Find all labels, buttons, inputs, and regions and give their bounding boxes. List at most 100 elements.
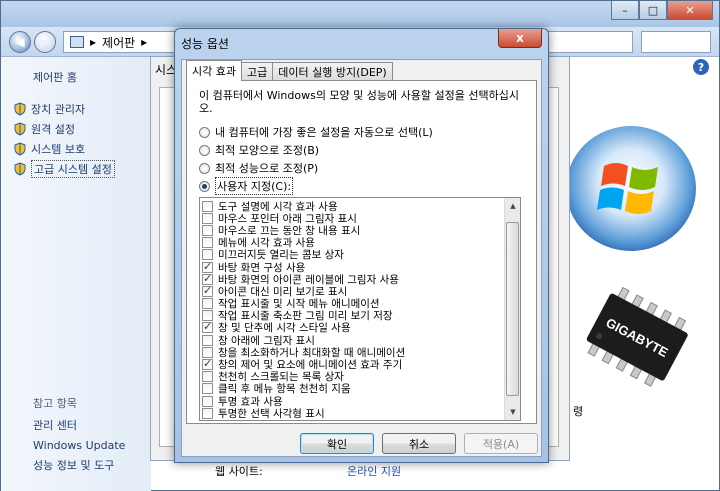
dialog-body: 시각 효과 고급 데이터 실행 방지(DEP) 이 컴퓨터에서 Windows의…: [181, 59, 542, 457]
radio-best-appearance[interactable]: 최적 모양으로 조정(B): [199, 141, 433, 159]
option-label: 마우스로 끄는 동안 창 내용 표시: [218, 224, 361, 237]
shield-icon: [14, 122, 26, 136]
visual-effect-option[interactable]: 도구 설명에 시각 효과 사용: [202, 200, 504, 212]
visual-effect-option[interactable]: 천천히 스크롤되는 목록 상자: [202, 371, 504, 383]
sidebar-item-system-protection[interactable]: 시스템 보호: [13, 139, 115, 159]
gigabyte-logo: GIGABYTE: [586, 286, 688, 387]
visual-effect-option[interactable]: 작업 표시줄 축소판 그림 미리 보기 저장: [202, 310, 504, 322]
checkbox[interactable]: [202, 273, 213, 285]
checkbox[interactable]: [202, 261, 213, 273]
list-scrollbar[interactable]: ▲ ▼: [504, 198, 520, 420]
scroll-thumb[interactable]: [506, 222, 519, 396]
checkbox[interactable]: [202, 334, 213, 346]
sidebar-item-device-manager[interactable]: 장치 관리자: [13, 99, 115, 119]
help-icon[interactable]: ?: [693, 59, 709, 75]
checkbox[interactable]: [202, 395, 213, 407]
checkbox[interactable]: [202, 285, 213, 297]
back-button[interactable]: ◀: [9, 31, 31, 53]
visual-effect-option[interactable]: 투명한 선택 사각형 표시: [202, 407, 504, 419]
visual-effect-option[interactable]: 클릭 후 메뉴 항목 천천히 지움: [202, 383, 504, 395]
checkbox[interactable]: [202, 371, 213, 383]
see-also-heading: 참고 항목: [33, 397, 77, 410]
visual-effect-option[interactable]: 바탕 화면 구성 사용: [202, 261, 504, 273]
breadcrumb-separator-icon: ▸: [141, 35, 148, 49]
dialog-title: 성능 옵션: [181, 37, 229, 51]
visual-effect-option[interactable]: 창의 제어 및 요소에 애니메이션 효과 주기: [202, 358, 504, 371]
checkbox[interactable]: [202, 237, 213, 249]
sidebar-item-label: 고급 시스템 설정: [31, 160, 115, 178]
checkbox[interactable]: [202, 298, 213, 310]
scroll-up-icon[interactable]: ▲: [505, 198, 520, 214]
visual-effect-option[interactable]: 투명 효과 사용: [202, 395, 504, 407]
option-label: 창의 제어 및 요소에 애니메이션 효과 주기: [218, 359, 403, 371]
radio-button[interactable]: [199, 144, 210, 156]
tab-dep[interactable]: 데이터 실행 방지(DEP): [272, 62, 393, 81]
visual-effect-option[interactable]: 미끄러지듯 열리는 콤보 상자: [202, 249, 504, 261]
visual-effect-option[interactable]: 마우스 포인터 아래 그림자 표시: [202, 212, 504, 224]
checkbox[interactable]: [202, 249, 213, 261]
radio-auto[interactable]: 내 컴퓨터에 가장 좋은 설정을 자동으로 선택(L): [199, 123, 433, 141]
visual-effects-items: 도구 설명에 시각 효과 사용 마우스 포인터 아래 그림자 표시 마우스로 끄는 …: [202, 200, 504, 421]
close-button[interactable]: ✕: [667, 1, 713, 20]
checkbox[interactable]: [202, 224, 213, 236]
visual-effect-option[interactable]: 마우스로 끄는 동안 창 내용 표시: [202, 224, 504, 237]
checkbox[interactable]: [202, 407, 213, 419]
performance-options-dialog: 성능 옵션 x 시각 효과 고급 데이터 실행 방지(DEP) 이 컴퓨터에서 …: [174, 28, 549, 463]
tab-visual-effects[interactable]: 시각 효과: [186, 60, 242, 81]
see-also-windows-update[interactable]: Windows Update: [33, 435, 125, 455]
radio-custom[interactable]: 사용자 지정(C):: [199, 177, 433, 195]
checkbox[interactable]: [202, 200, 213, 212]
radio-best-performance[interactable]: 최적 성능으로 조정(P): [199, 159, 433, 177]
visual-effect-option[interactable]: 작업 표시줄 및 시작 메뉴 애니메이션: [202, 298, 504, 310]
sidebar-item-remote-settings[interactable]: 원격 설정: [13, 119, 115, 139]
radio-label: 내 컴퓨터에 가장 좋은 설정을 자동으로 선택(L): [215, 126, 433, 139]
radio-label: 최적 모양으로 조정(B): [215, 144, 320, 157]
option-label: 바탕 화면 구성 사용: [218, 261, 306, 274]
windows-logo: [566, 126, 696, 251]
search-input[interactable]: [641, 31, 711, 53]
option-label: 창 및 단추에 시각 스타일 사용: [218, 322, 351, 335]
online-support-link[interactable]: 온라인 지원: [347, 463, 401, 479]
checkbox[interactable]: [202, 346, 213, 358]
sidebar-item-advanced-system-settings[interactable]: 고급 시스템 설정: [13, 159, 115, 179]
breadcrumb-control-panel[interactable]: 제어판: [102, 34, 135, 51]
minimize-button[interactable]: –: [611, 1, 639, 20]
checkbox[interactable]: [202, 212, 213, 224]
visual-effects-list: 도구 설명에 시각 효과 사용 마우스 포인터 아래 그림자 표시 마우스로 끄는 …: [199, 197, 521, 421]
visual-effect-option[interactable]: 창을 최소화하거나 최대화할 때 애니메이션: [202, 346, 504, 358]
dialog-close-button[interactable]: x: [498, 29, 542, 48]
maximize-button[interactable]: □: [639, 1, 667, 20]
see-also-performance-tools[interactable]: 성능 정보 및 도구: [33, 455, 125, 475]
forward-button[interactable]: ▶: [34, 31, 56, 53]
scroll-down-icon[interactable]: ▼: [505, 404, 520, 420]
see-also-action-center[interactable]: 관리 센터: [33, 415, 125, 435]
ok-button[interactable]: 확인: [300, 433, 374, 454]
visual-effect-option[interactable]: 창 아래에 그림자 표시: [202, 334, 504, 346]
shield-icon: [14, 162, 26, 176]
option-label: 작업 표시줄 및 시작 메뉴 애니메이션: [218, 298, 380, 310]
visual-effect-option[interactable]: 바탕 화면의 아이콘 레이블에 그림자 사용: [202, 273, 504, 285]
radio-button[interactable]: [199, 180, 210, 192]
option-label: 천천히 스크롤되는 목록 상자: [218, 371, 344, 383]
checkbox[interactable]: [202, 358, 213, 371]
sidebar-item-label: 장치 관리자: [31, 103, 86, 116]
visual-effect-option[interactable]: 메뉴에 시각 효과 사용: [202, 237, 504, 249]
checkbox[interactable]: [202, 383, 213, 395]
visual-effect-option[interactable]: 화면 글꼴의 가장자리 다듬기: [202, 419, 504, 421]
checkbox[interactable]: [202, 419, 213, 420]
radio-button[interactable]: [199, 126, 210, 138]
option-label: 도구 설명에 시각 효과 사용: [218, 200, 338, 213]
cancel-button[interactable]: 취소: [382, 433, 456, 454]
checkbox[interactable]: [202, 310, 213, 322]
visual-effect-option[interactable]: 창 및 단추에 시각 스타일 사용: [202, 322, 504, 334]
close-icon: x: [516, 31, 524, 45]
apply-button[interactable]: 적용(A): [464, 433, 538, 454]
visual-effect-option[interactable]: 아이콘 대신 미리 보기로 표시: [202, 285, 504, 298]
radio-button[interactable]: [199, 162, 210, 174]
checkbox[interactable]: [202, 322, 213, 334]
option-label: 투명 효과 사용: [218, 395, 283, 408]
sidebar-home-link[interactable]: 제어판 홈: [33, 69, 77, 85]
tab-advanced[interactable]: 고급: [240, 62, 274, 81]
option-label: 화면 글꼴의 가장자리 다듬기: [218, 419, 344, 421]
option-label: 클릭 후 메뉴 항목 천천히 지움: [218, 383, 351, 395]
